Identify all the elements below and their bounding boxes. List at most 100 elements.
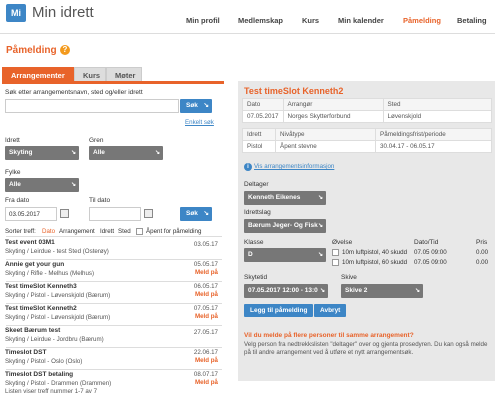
event-date: 03.05.17 — [193, 241, 218, 248]
event-subtitle: Skyting / Pistol - Oslo (Oslo) — [5, 358, 83, 365]
fra-dato-input[interactable]: 03.05.2017 — [5, 207, 57, 221]
sort-arrangement[interactable]: Arrangement — [59, 228, 95, 235]
cancel-button[interactable]: Avbryt — [314, 304, 347, 317]
app-title: Min idrett — [32, 4, 94, 21]
event-date: 05.05.17 — [193, 261, 218, 268]
ovelse-price: 0.00 — [476, 249, 489, 256]
nav-medlemskap[interactable]: Medlemskap — [238, 16, 283, 25]
event-subtitle: Skyting / Pistol - Løvenskjold (Bærum) — [5, 314, 111, 321]
sort-idrett[interactable]: Idrett — [100, 228, 114, 235]
nav-pamelding[interactable]: Påmelding — [403, 16, 441, 25]
open-checkbox[interactable] — [136, 228, 143, 235]
event-title: Annie get your gun — [5, 261, 65, 268]
list-item[interactable]: Test timeSlot Kenneth2 Skyting / Pistol … — [5, 305, 221, 325]
search-button-label: Søk — [186, 102, 198, 109]
event-date: 08.07.17 — [193, 371, 218, 378]
sort-sted[interactable]: Sted — [118, 228, 131, 235]
calendar-icon[interactable] — [144, 209, 153, 218]
search-input[interactable] — [5, 99, 179, 113]
tab-arrangementer[interactable]: Arrangementer — [2, 67, 74, 81]
skytetid-select[interactable]: 07.05.2017 12:00 - 13:0 ↘ — [244, 284, 328, 298]
table-header: Idrett — [242, 128, 276, 141]
deltager-value: Kenneth Eikenes — [248, 194, 301, 201]
list-divider — [6, 236, 222, 237]
nav-min-profil[interactable]: Min profil — [186, 16, 220, 25]
event-subtitle: Skyting / Pistol - Løvenskjold (Bærum) — [5, 292, 111, 299]
event-detail-panel: Test timeSlot Kenneth2 Dato Arrangør Ste… — [238, 81, 495, 381]
sort-dato[interactable]: Dato — [42, 228, 55, 235]
event-subtitle: Skyting / Pistol - Drammen (Drammen) — [5, 380, 112, 387]
table-header: Arrangør — [282, 98, 384, 111]
skive-value: Skive 2 — [345, 287, 368, 294]
nav-min-kalender[interactable]: Min kalender — [338, 16, 384, 25]
event-title: Test event 03M1 — [5, 239, 55, 246]
event-info-link[interactable]: Vis arrangementsinformasjon — [254, 163, 334, 170]
ovelse-datetime: 07.05 09:00 — [414, 259, 447, 266]
klasse-value: D — [248, 251, 253, 258]
register-link[interactable]: Meld på — [195, 269, 218, 276]
list-item[interactable]: Test event 03M1 Skyting / Leirdue - test… — [5, 239, 221, 259]
filter-search-button[interactable]: Søk ↘ — [180, 207, 212, 221]
notice-title: Vil du melde på flere personer til samme… — [244, 332, 414, 339]
event-subtitle: Skyting / Leirdue - test Sted (Osterøy) — [5, 248, 109, 255]
skive-select[interactable]: Skive 2 ↘ — [341, 284, 423, 298]
help-icon[interactable]: ? — [60, 45, 70, 55]
dropdown-arrow-icon: ↘ — [70, 150, 76, 156]
detail-table-1: Dato Arrangør Sted 07.05.2017 Norges Sky… — [242, 98, 493, 123]
ovelse-price: 0.00 — [476, 259, 489, 266]
gren-select[interactable]: Alle ↘ — [89, 146, 163, 160]
deltager-select[interactable]: Kenneth Eikenes ↘ — [244, 191, 326, 205]
list-item[interactable]: Skeet Bærum test Skyting / Leirdue - Jor… — [5, 327, 221, 347]
dropdown-arrow-icon: ↘ — [319, 288, 325, 294]
event-subtitle: Skyting / Leirdue - Jordbru (Bærum) — [5, 336, 104, 343]
event-subtitle: Skyting / Rifle - Melhus (Melhus) — [5, 270, 95, 277]
search-label: Søk etter arrangementsnavn, sted og/elle… — [5, 89, 143, 96]
register-link[interactable]: Meld på — [195, 313, 218, 320]
info-icon: i — [244, 163, 252, 171]
register-link[interactable]: Meld på — [195, 357, 218, 364]
list-item[interactable]: Timeslot DST Skyting / Pistol - Oslo (Os… — [5, 349, 221, 369]
list-item[interactable]: Test timeSlot Kenneth3 Skyting / Pistol … — [5, 283, 221, 303]
table-cell: 07.05.2017 — [242, 110, 284, 123]
header-divider — [0, 33, 495, 34]
ovelse-datetime: 07.05 09:00 — [414, 249, 447, 256]
add-registration-button[interactable]: Legg til påmelding — [244, 304, 314, 317]
register-link[interactable]: Meld på — [195, 379, 218, 386]
simple-search-link[interactable]: Enkelt søk — [185, 119, 214, 126]
til-dato-input[interactable] — [89, 207, 141, 221]
gren-label: Gren — [89, 137, 104, 144]
datotid-label: Dato/Tid — [414, 239, 439, 246]
app-logo[interactable]: Mi — [6, 4, 26, 22]
fra-dato-label: Fra dato — [5, 197, 30, 204]
event-title: Timeslot DST — [5, 349, 47, 356]
nav-betaling[interactable]: Betaling — [457, 16, 487, 25]
tab-kurs[interactable]: Kurs — [74, 67, 106, 81]
ovelse-checkbox[interactable] — [332, 249, 339, 256]
idrett-select[interactable]: Skyting ↘ — [5, 146, 79, 160]
calendar-icon[interactable] — [60, 209, 69, 218]
idrettslag-select[interactable]: Bærum Jeger- Og Fisk ↘ — [244, 219, 326, 233]
chevron-icon: ↘ — [203, 102, 209, 109]
list-item[interactable]: Annie get your gun Skyting / Rifle - Mel… — [5, 261, 221, 281]
ovelse-name: 10m luftpistol, 40 skudd — [342, 249, 408, 256]
tab-moter[interactable]: Møter — [106, 67, 142, 81]
nav-kurs[interactable]: Kurs — [302, 16, 319, 25]
dropdown-arrow-icon: ↘ — [414, 288, 420, 294]
event-date: 27.05.17 — [193, 329, 218, 336]
event-title: Test timeSlot Kenneth2 — [5, 305, 77, 312]
event-date: 22.06.17 — [193, 349, 218, 356]
pris-label: Pris — [476, 239, 488, 246]
ovelse-checkbox[interactable] — [332, 259, 339, 266]
list-divider — [6, 347, 222, 348]
event-title: Test timeSlot Kenneth3 — [5, 283, 77, 290]
table-cell: Løvenskjold — [382, 110, 493, 123]
page-title: Påmelding — [6, 45, 57, 56]
klasse-select[interactable]: D ↘ — [244, 248, 326, 262]
dropdown-arrow-icon: ↘ — [154, 150, 160, 156]
list-divider — [6, 369, 222, 370]
fylke-label: Fylke — [5, 169, 21, 176]
register-link[interactable]: Meld på — [195, 291, 218, 298]
fylke-select[interactable]: Alle ↘ — [5, 178, 79, 192]
event-date: 07.05.17 — [193, 305, 218, 312]
search-button[interactable]: Søk ↘ — [180, 99, 212, 113]
